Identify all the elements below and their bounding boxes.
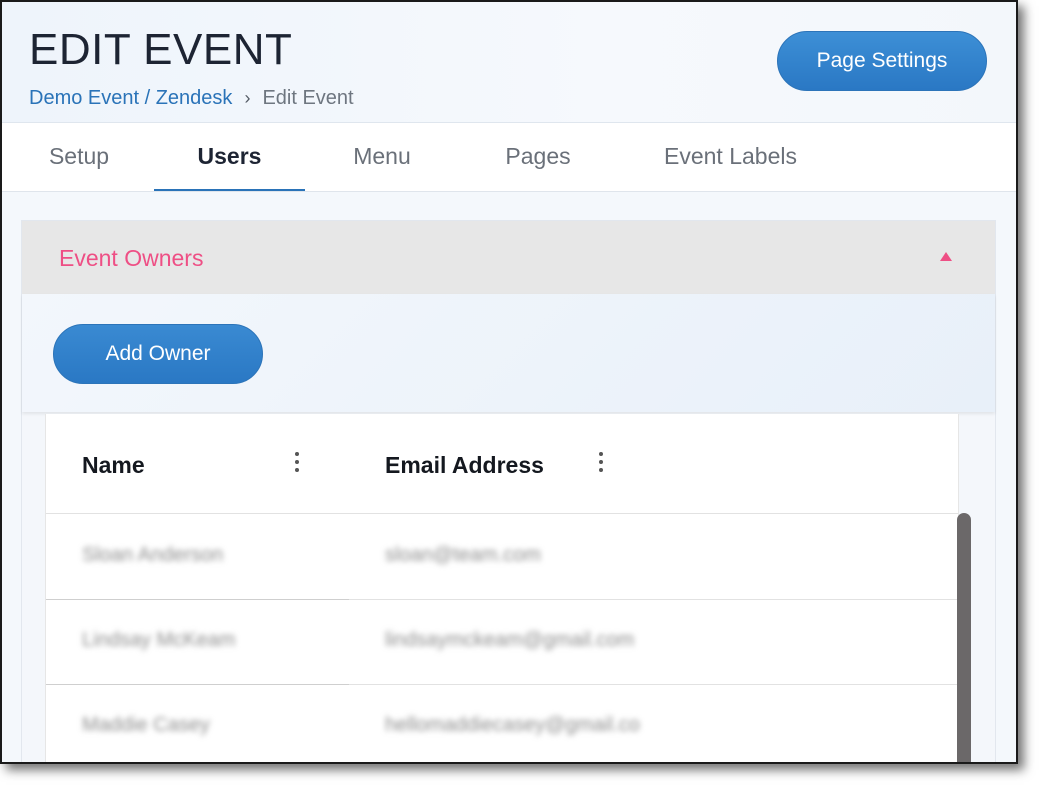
kebab-menu-icon[interactable]: [599, 452, 603, 474]
cell-email: sloan@team.com: [385, 544, 541, 566]
tab-bar: Setup Users Menu Pages Event Labels: [2, 123, 1016, 192]
chevron-right-icon: ›: [244, 88, 251, 108]
caret-up-icon[interactable]: [940, 252, 952, 261]
breadcrumb-current: Edit Event: [262, 87, 354, 109]
app-window: EDIT EVENT Demo Event / Zendesk › Edit E…: [0, 0, 1018, 764]
tab-pages[interactable]: Pages: [478, 123, 598, 189]
table-row[interactable]: Sloan Anderson sloan@team.com: [46, 514, 958, 600]
tab-users[interactable]: Users: [154, 123, 305, 191]
cell-email: hellomaddiecasey@gmail.co: [385, 714, 640, 736]
table-row[interactable]: Lindsay McKeam lindsaymckeam@gmail.com: [46, 599, 958, 685]
panel-title: Event Owners: [59, 245, 204, 271]
event-owners-panel-header[interactable]: Event Owners: [22, 221, 995, 295]
breadcrumb: Demo Event / Zendesk › Edit Event: [29, 86, 354, 110]
cell-name: Sloan Anderson: [82, 544, 224, 566]
column-header-name[interactable]: Name: [82, 452, 145, 479]
kebab-menu-icon[interactable]: [295, 452, 299, 474]
event-owners-panel: Event Owners Add Owner Name Email Addres…: [21, 220, 996, 762]
table-row[interactable]: Maddie Casey hellomaddiecasey@gmail.co: [46, 684, 958, 762]
breadcrumb-link-event[interactable]: Demo Event / Zendesk: [29, 86, 232, 110]
owners-table: Name Email Address Sloan Anderson sloan@…: [45, 414, 959, 762]
table-scrollbar[interactable]: [957, 513, 971, 762]
cell-email: lindsaymckeam@gmail.com: [385, 629, 635, 651]
cell-name: Maddie Casey: [82, 714, 210, 736]
add-owner-button[interactable]: Add Owner: [53, 324, 263, 384]
column-header-email[interactable]: Email Address: [385, 452, 544, 479]
table-header: Name Email Address: [46, 414, 958, 514]
cell-name: Lindsay McKeam: [82, 629, 236, 651]
tab-menu[interactable]: Menu: [322, 123, 442, 189]
page-title: EDIT EVENT: [29, 25, 293, 74]
page-settings-button[interactable]: Page Settings: [777, 31, 987, 91]
panel-toolbar: Add Owner: [22, 294, 995, 412]
tab-setup[interactable]: Setup: [24, 123, 134, 189]
tab-event-labels[interactable]: Event Labels: [638, 123, 823, 189]
page-header: EDIT EVENT Demo Event / Zendesk › Edit E…: [2, 2, 1016, 123]
